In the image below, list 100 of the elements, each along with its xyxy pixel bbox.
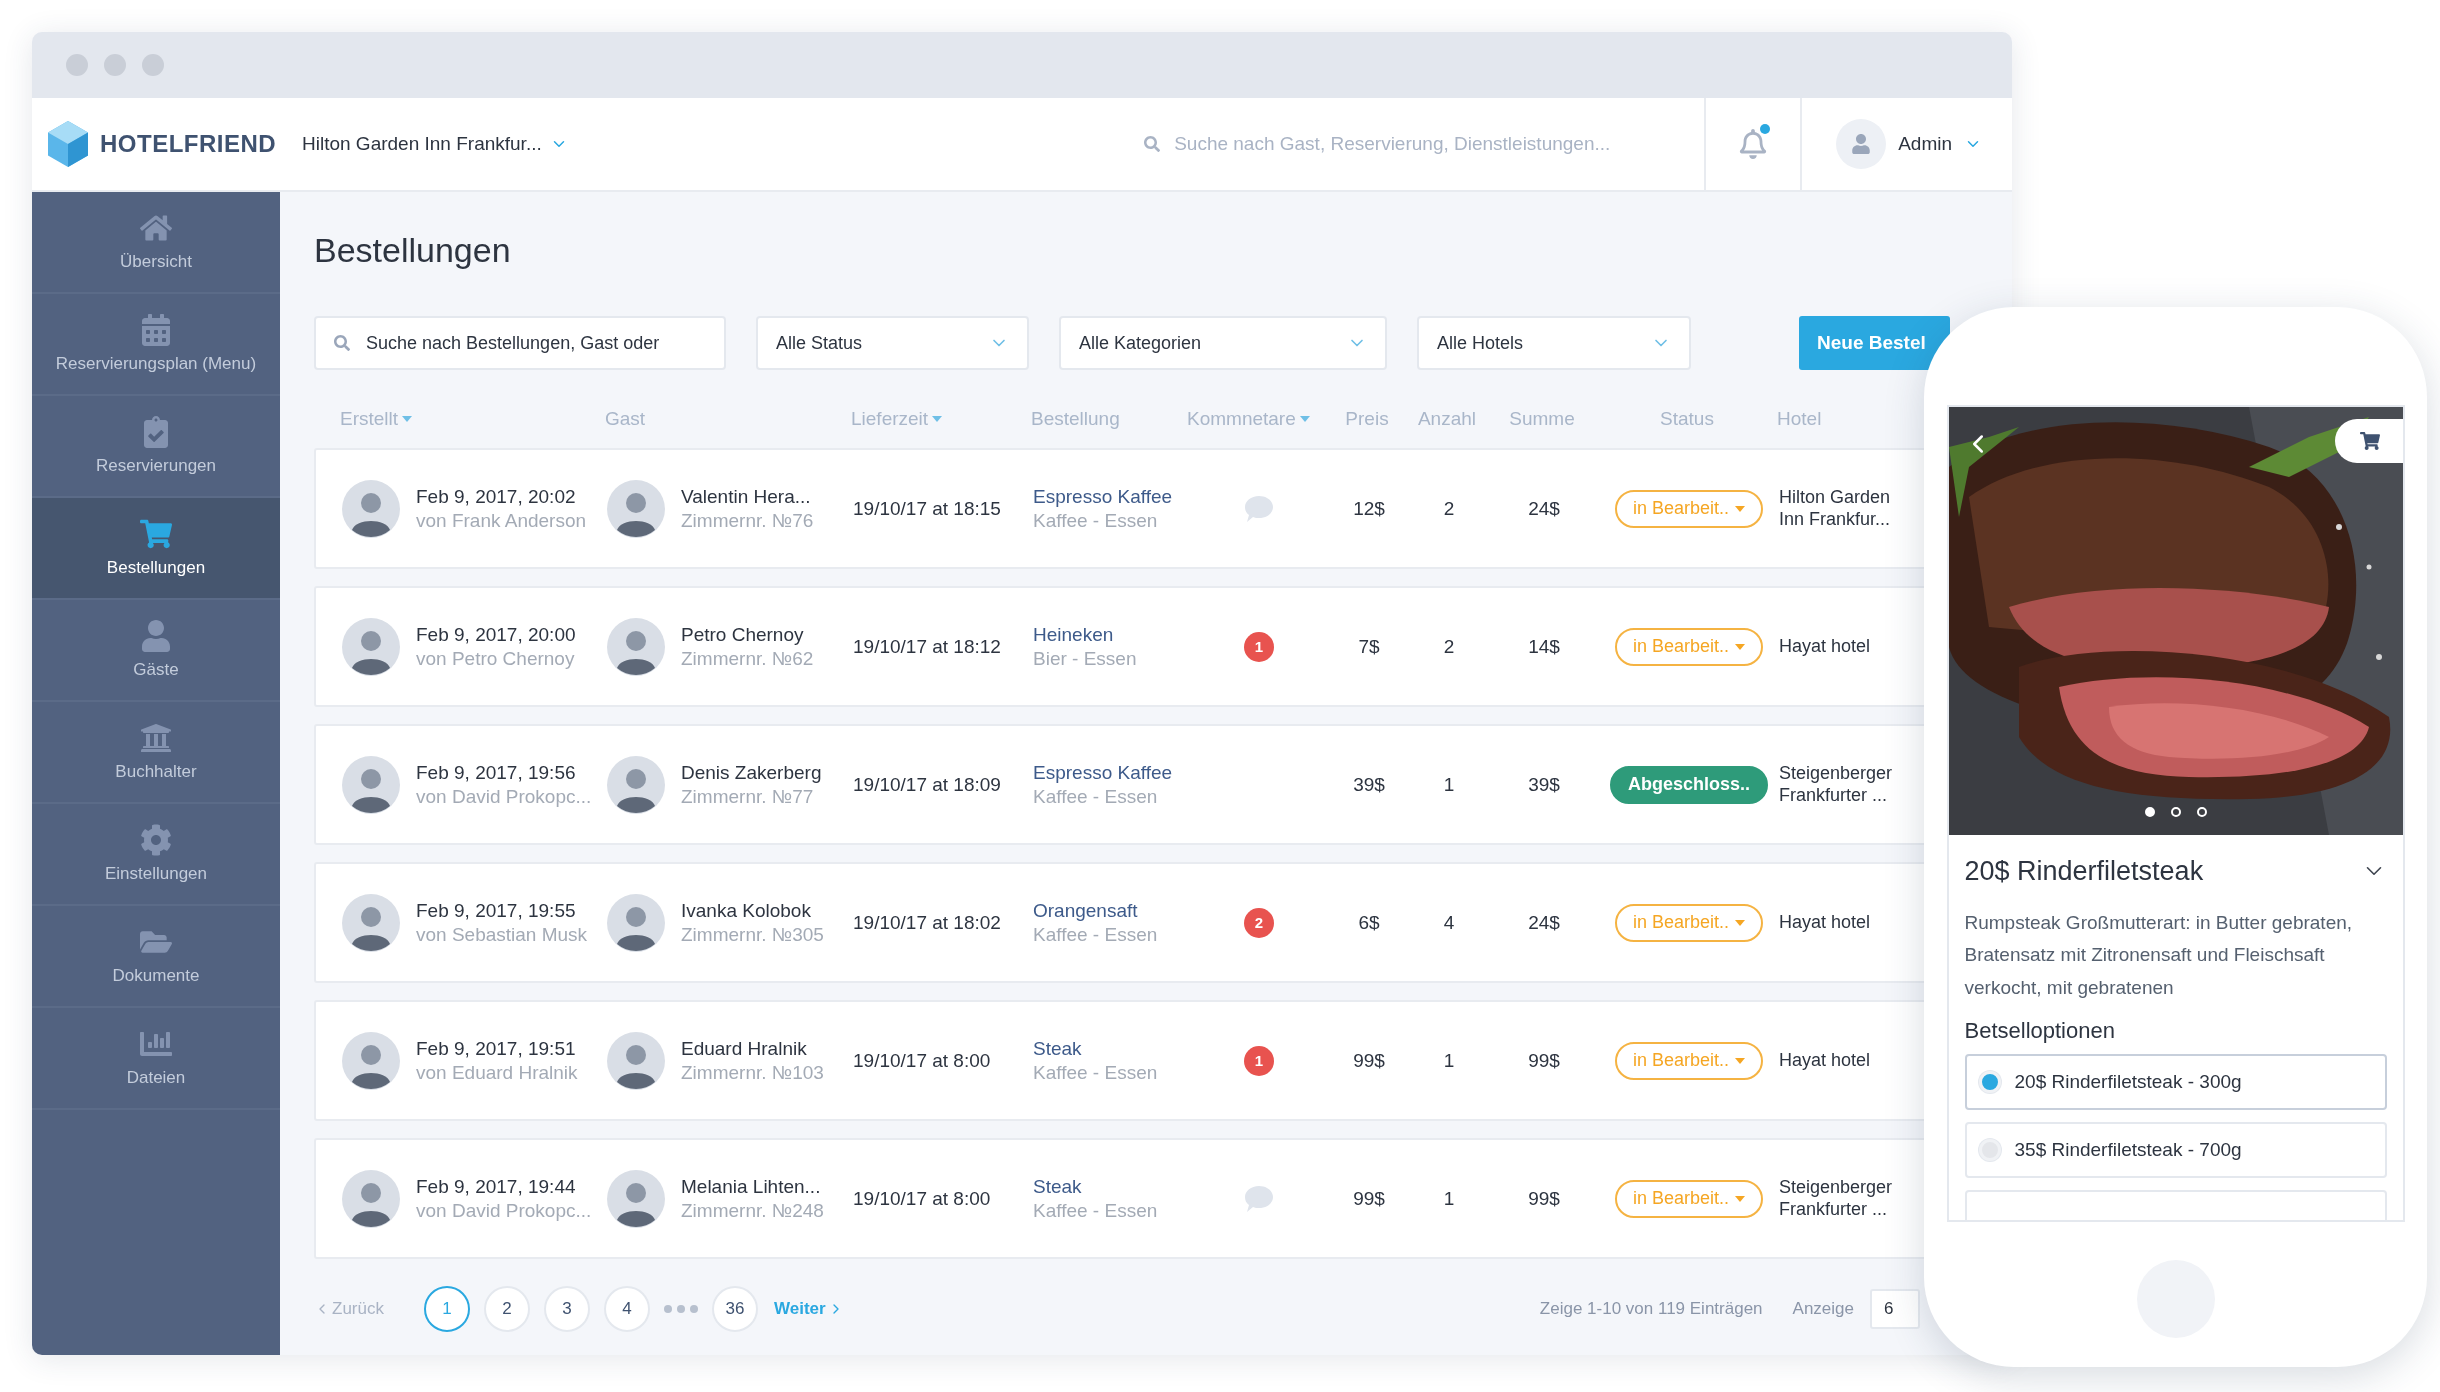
cart-icon [2359, 431, 2380, 451]
price: 12$ [1353, 497, 1385, 520]
avatar [342, 1031, 400, 1090]
page-button[interactable]: 2 [483, 1286, 530, 1332]
created-by: von Frank Anderson [416, 509, 587, 532]
hotel-name: Steigenberger Frankfurter ... [1779, 762, 1894, 807]
caret-icon [1735, 1057, 1746, 1064]
sidebar-item[interactable]: Reservierungsplan (Menu) [32, 294, 280, 396]
order-category: Kaffee - Essen [1033, 509, 1159, 532]
sidebar-item[interactable]: Gäste [32, 600, 280, 702]
options-heading: Betselloptionen [1964, 1017, 2116, 1044]
sidebar-item[interactable]: Dokumente [32, 906, 280, 1008]
avatar [342, 617, 400, 676]
avatar [342, 755, 400, 814]
guest-name: Petro Chernoy [681, 623, 805, 646]
column-header: Preis [1345, 408, 1389, 430]
hotel-selector[interactable]: Hilton Garden Inn Frankfur... [302, 133, 568, 155]
search-field[interactable]: Suche nach Gast, Reservierung, Dienstleistungen... [1172, 132, 1673, 156]
sidebar-item[interactable]: Buchhalter [32, 702, 280, 804]
avatar [342, 1169, 400, 1228]
page-button[interactable]: 4 [603, 1286, 650, 1332]
column-header: Anzahl [1417, 408, 1477, 430]
quantity: 1 [1443, 773, 1455, 796]
window-control-icon[interactable] [66, 54, 88, 76]
carousel-dot[interactable] [2144, 807, 2155, 817]
price: 39$ [1353, 773, 1385, 796]
product-title: 20$ Rinderfiletsteak [1964, 855, 2204, 887]
option-radio[interactable]: 35$ Rinderfiletsteak - 700g [1964, 1121, 2387, 1178]
quantity: 1 [1443, 1049, 1455, 1072]
filter-dropdown[interactable]: Alle Hotels [1417, 316, 1691, 370]
price: 99$ [1353, 1049, 1385, 1072]
comment-count-badge[interactable]: 2 [1244, 907, 1274, 938]
sidebar-item[interactable]: Übersicht [32, 192, 280, 294]
created-by: von Petro Chernoy [416, 647, 576, 670]
page-size-select[interactable]: 6 [1870, 1289, 1920, 1329]
carousel-dot[interactable] [2170, 807, 2181, 817]
price: 6$ [1358, 911, 1380, 934]
created-by: von Sebastian Musk [416, 923, 588, 946]
column-header: Summe [1509, 408, 1575, 430]
price: 99$ [1353, 1187, 1385, 1210]
created-by: von David Prokopc... [416, 785, 592, 808]
delivery-time: 19/10/17 at 18:02 [853, 911, 1002, 934]
total: 14$ [1528, 635, 1560, 658]
search-icon [334, 335, 350, 351]
order-item-link[interactable]: Orangensaft [1033, 899, 1189, 922]
total: 24$ [1528, 497, 1560, 520]
sort-caret-icon [932, 416, 943, 422]
order-category: Bier - Essen [1033, 647, 1138, 670]
comment-icon[interactable] [1244, 1184, 1274, 1213]
page-button[interactable]: 3 [543, 1286, 590, 1332]
entries-summary: Zeige 1-10 von 119 Einträgen [1539, 1299, 1763, 1319]
sidebar-item[interactable]: Einstellungen [32, 804, 280, 906]
sidebar-item[interactable]: Dateien [32, 1008, 280, 1110]
created-by: von David Prokopc... [416, 1199, 592, 1222]
brand-name: HOTELFRIEND [100, 130, 277, 158]
filter-dropdown[interactable]: Alle Status [756, 316, 1029, 370]
order-category: Kaffee - Essen [1033, 1061, 1159, 1084]
page-button[interactable]: 36 [711, 1286, 758, 1332]
cart-icon [140, 518, 172, 550]
order-item-link[interactable]: Espresso Kaffee [1033, 761, 1189, 784]
column-header: Gast [605, 408, 646, 430]
total: 99$ [1528, 1187, 1560, 1210]
order-category: Kaffee - Essen [1033, 923, 1159, 946]
sort-caret-icon [402, 416, 413, 422]
order-item-link[interactable]: Heineken [1033, 623, 1189, 646]
avatar [607, 479, 665, 538]
column-header: Bestellung [1031, 408, 1120, 430]
delivery-time: 19/10/17 at 8:00 [853, 1049, 992, 1072]
order-item-link[interactable]: Steak [1033, 1037, 1189, 1060]
search-field[interactable]: Suche nach Bestellungen, Gast oder [314, 316, 726, 370]
cart-button[interactable] [2334, 419, 2403, 463]
user-menu[interactable]: Admin [1800, 98, 2012, 190]
avatar [607, 755, 665, 814]
comment-count-badge[interactable]: 1 [1244, 1045, 1274, 1076]
guest-name: Ivanka Kolobok [681, 899, 812, 922]
calendar-icon [140, 314, 172, 346]
sidebar-item[interactable]: Bestellungen [32, 498, 280, 600]
hotel-name: Hayat hotel [1779, 911, 1872, 934]
filter-dropdown[interactable]: Alle Kategorien [1059, 316, 1387, 370]
hotel-name: Hilton Garden Inn Frankfur... [1779, 486, 1892, 531]
page-title: Bestellungen [314, 230, 512, 271]
price: 7$ [1358, 635, 1380, 658]
product-description: Rumpsteak Großmutterart: in Butter gebraten, Bratensatz mit Zitronensaft und Fleischsaft verkocht, mit gebratenen [1964, 911, 2354, 1000]
bell-icon [1738, 129, 1769, 159]
room-number: Zimmernr. №248 [681, 1199, 824, 1222]
option-radio[interactable]: 20$ Rinderfiletsteak - 300g [1964, 1053, 2387, 1110]
carousel-dot[interactable] [2196, 807, 2207, 817]
comment-count-badge[interactable]: 1 [1244, 631, 1274, 662]
delivery-time: 19/10/17 at 8:00 [853, 1187, 992, 1210]
ellipsis-icon [663, 1305, 698, 1313]
avatar [607, 1169, 665, 1228]
order-item-link[interactable]: Steak [1033, 1175, 1189, 1198]
order-item-link[interactable]: Espresso Kaffee [1033, 485, 1189, 508]
column-header: Hotel [1777, 408, 1822, 430]
comment-icon[interactable] [1244, 494, 1274, 523]
room-number: Zimmernr. №103 [681, 1061, 824, 1084]
window-control-icon[interactable] [104, 54, 126, 76]
sort-caret-icon [1299, 416, 1310, 422]
window-control-icon[interactable] [142, 54, 164, 76]
user-icon [140, 620, 172, 652]
